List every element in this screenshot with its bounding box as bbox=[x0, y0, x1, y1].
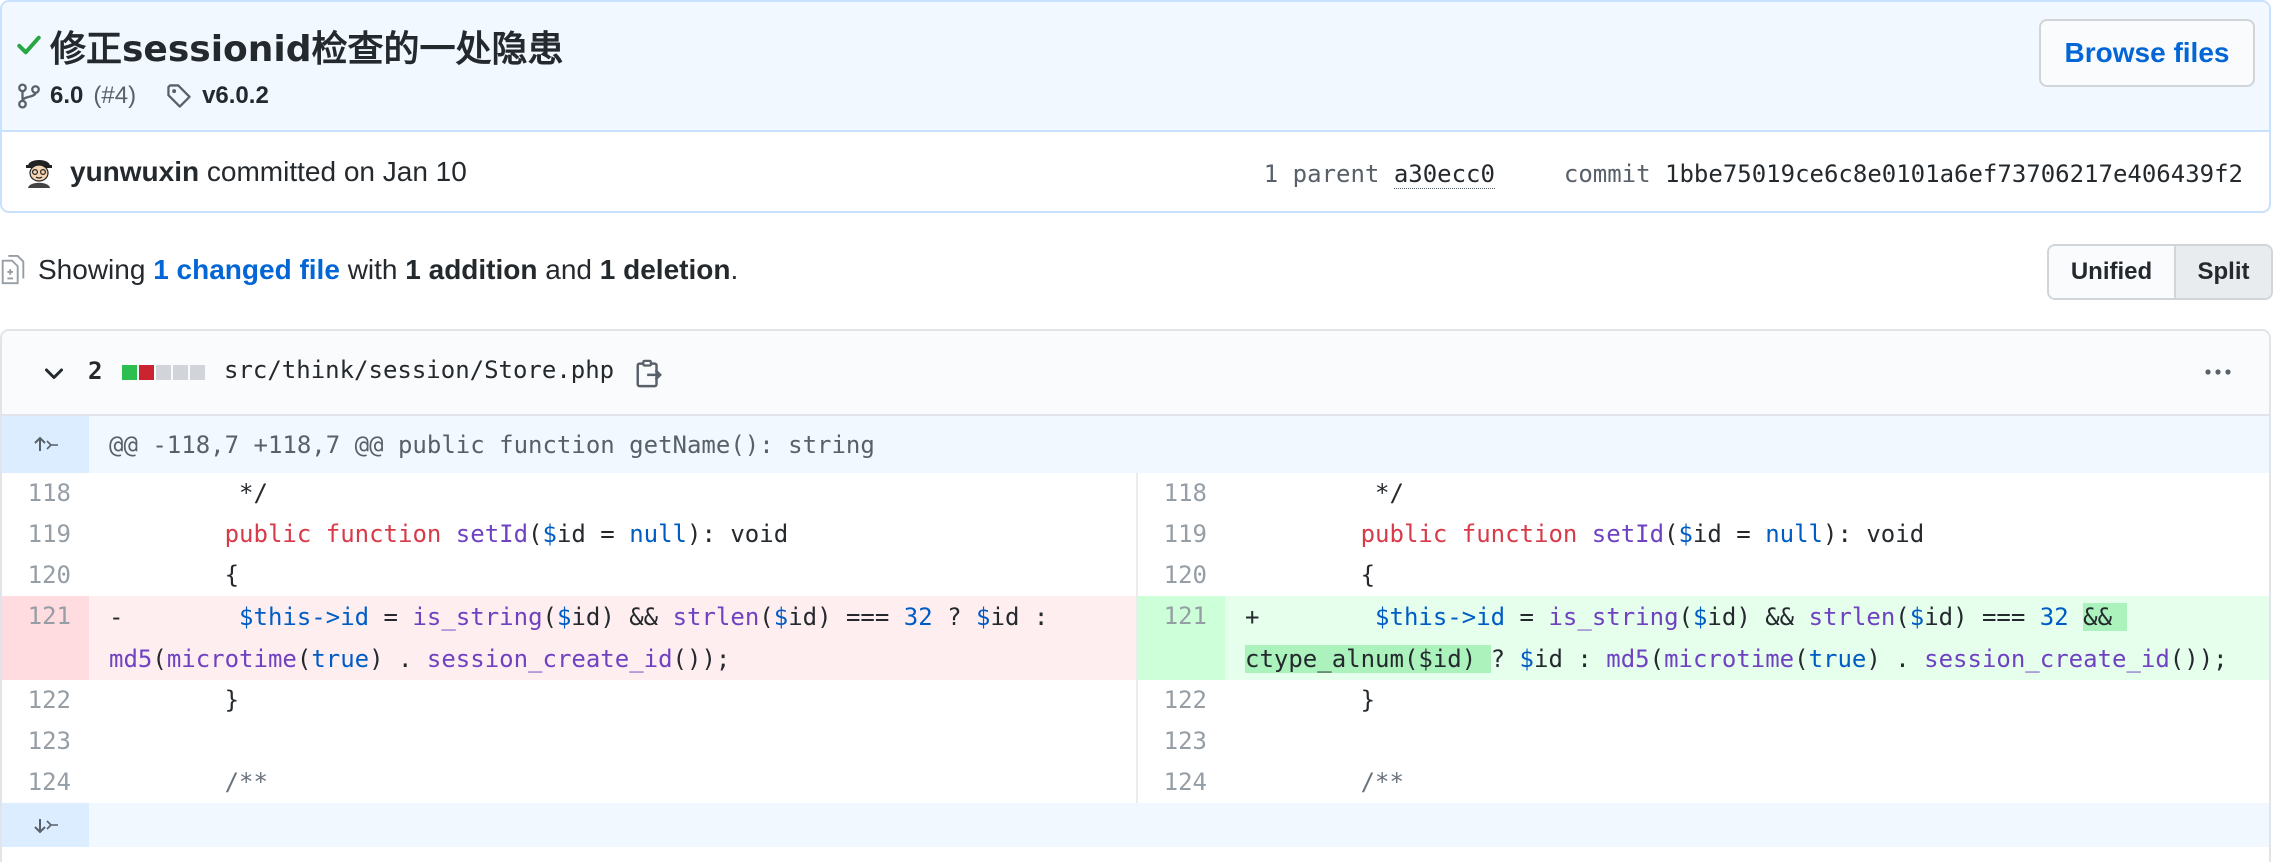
line-number[interactable]: 123 bbox=[1138, 721, 1225, 762]
diff-line: 120 { bbox=[2, 555, 1136, 596]
diff-line-addition: 121 + $this->id = is_string($id) && strl… bbox=[1138, 596, 2269, 680]
code-line: /** bbox=[109, 768, 268, 796]
code-line: /** bbox=[1245, 768, 1404, 796]
code-line: } bbox=[109, 686, 240, 714]
diff-line: 118 */ bbox=[2, 473, 1136, 514]
line-number[interactable]: 121 bbox=[1138, 596, 1225, 680]
diff-line: 119 public function setId($id = null): v… bbox=[1138, 514, 2269, 555]
diffstat-block bbox=[156, 365, 171, 380]
diffstat-block bbox=[139, 365, 154, 380]
chevron-down-icon[interactable] bbox=[42, 361, 66, 385]
browse-files-button[interactable]: Browse files bbox=[2039, 19, 2255, 87]
file-diff-icon bbox=[1, 255, 25, 285]
file-path: src/think/session/Store.php bbox=[224, 356, 615, 384]
committed-date: committed on Jan 10 bbox=[206, 156, 467, 187]
commit-sha-info: 1 parent a30ecc0 commit 1bbe75019ce6c8e0… bbox=[1263, 160, 2243, 189]
line-number[interactable]: 124 bbox=[1138, 762, 1225, 803]
hunk-header-row: @@ -118,7 +118,7 @@ public function getN… bbox=[2, 416, 2269, 473]
branch-link[interactable]: 6.0 bbox=[50, 82, 83, 110]
diff-summary: Showing 1 changed file with 1 addition a… bbox=[0, 250, 738, 290]
more-options-icon[interactable] bbox=[2203, 365, 2233, 379]
author-name-link[interactable]: yunwuxin bbox=[70, 156, 199, 187]
avatar[interactable] bbox=[22, 154, 56, 188]
branch-icon bbox=[18, 83, 40, 109]
line-number[interactable]: 118 bbox=[2, 473, 89, 514]
diff-line: 122 } bbox=[2, 680, 1136, 721]
tag-link[interactable]: v6.0.2 bbox=[202, 82, 269, 110]
code-line: + $this->id = is_string($id) && strlen($… bbox=[1245, 603, 2228, 673]
code-line: - $this->id = is_string($id) && strlen($… bbox=[109, 603, 1049, 673]
diffstat-bar bbox=[122, 365, 205, 380]
line-number[interactable]: 123 bbox=[2, 721, 89, 762]
diff-line: 124 /** bbox=[2, 762, 1136, 803]
code-line: public function setId($id = null): void bbox=[1360, 520, 1925, 548]
file-diff: 2 src/think/session/Store.php @@ -118,7 … bbox=[0, 329, 2271, 862]
diff-line: 120 { bbox=[1138, 555, 2269, 596]
diffstat-block bbox=[122, 365, 137, 380]
clipboard-copy-icon[interactable] bbox=[634, 357, 664, 389]
commit-header: 修正sessionid检查的一处隐患 6.0 (#4) v6.0.2 Brows… bbox=[0, 0, 2271, 213]
code-line: { bbox=[109, 561, 240, 589]
expand-down-icon bbox=[33, 819, 58, 834]
parent-sha-link[interactable]: a30ecc0 bbox=[1393, 160, 1495, 189]
line-number[interactable]: 119 bbox=[1138, 514, 1225, 555]
code-line: public function setId($id = null): void bbox=[224, 520, 789, 548]
line-number[interactable]: 120 bbox=[2, 555, 89, 596]
diff-view-toggle: Unified Split bbox=[2047, 244, 2273, 300]
expand-down-button[interactable] bbox=[2, 803, 89, 847]
deletions-count: 1 deletion bbox=[599, 254, 731, 285]
code-line: { bbox=[1245, 561, 1376, 589]
diff-right-pane: 118 */ 119 public function setId($id = n… bbox=[1136, 473, 2269, 803]
diffstat-block bbox=[190, 365, 205, 380]
summary-showing: Showing bbox=[38, 254, 146, 285]
code-line: */ bbox=[109, 479, 268, 507]
change-count: 2 bbox=[88, 357, 103, 385]
pull-request-link[interactable]: (#4) bbox=[93, 82, 136, 110]
unified-view-button[interactable]: Unified bbox=[2049, 246, 2176, 298]
diff-line: 123 bbox=[2, 721, 1136, 762]
additions-count: 1 addition bbox=[405, 254, 538, 285]
commit-title-area: 修正sessionid检查的一处隐患 6.0 (#4) v6.0.2 Brows… bbox=[2, 2, 2269, 132]
summary-period: . bbox=[730, 254, 739, 285]
diffstat-block bbox=[173, 365, 188, 380]
changed-files-link[interactable]: 1 changed file bbox=[153, 254, 340, 286]
line-number[interactable]: 119 bbox=[2, 514, 89, 555]
check-icon bbox=[17, 35, 41, 55]
diff-line: 124 /** bbox=[1138, 762, 2269, 803]
diff-line: 122 } bbox=[1138, 680, 2269, 721]
diff-line: 119 public function setId($id = null): v… bbox=[2, 514, 1136, 555]
diff-line: 118 */ bbox=[1138, 473, 2269, 514]
split-view-button[interactable]: Split bbox=[2176, 246, 2271, 298]
code-line: } bbox=[1245, 686, 1376, 714]
parent-count: 1 parent bbox=[1263, 160, 1380, 188]
summary-with: with bbox=[347, 254, 398, 285]
line-number[interactable]: 122 bbox=[2, 680, 89, 721]
line-number[interactable]: 118 bbox=[1138, 473, 1225, 514]
line-number[interactable]: 121 bbox=[2, 596, 89, 680]
expand-up-button[interactable] bbox=[2, 416, 89, 473]
line-number[interactable]: 124 bbox=[2, 762, 89, 803]
diff-line-deletion: 121 - $this->id = is_string($id) && strl… bbox=[2, 596, 1136, 680]
hunk-header: @@ -118,7 +118,7 @@ public function getN… bbox=[109, 430, 875, 459]
author-line: yunwuxin committed on Jan 10 bbox=[70, 156, 467, 188]
commit-meta: 6.0 (#4) v6.0.2 bbox=[16, 82, 269, 110]
diff-left-pane: 118 */ 119 public function setId($id = n… bbox=[2, 473, 1136, 803]
commit-sha: 1bbe75019ce6c8e0101a6ef73706217e406439f2 bbox=[1665, 160, 2243, 188]
hunk-footer-row bbox=[2, 803, 2269, 847]
split-diff-table: 118 */ 119 public function setId($id = n… bbox=[2, 473, 2269, 803]
code-line: */ bbox=[1245, 479, 1404, 507]
line-number[interactable]: 120 bbox=[1138, 555, 1225, 596]
commit-label: commit bbox=[1563, 160, 1651, 188]
file-header: 2 src/think/session/Store.php bbox=[2, 331, 2269, 416]
summary-and: and bbox=[545, 254, 592, 285]
line-number[interactable]: 122 bbox=[1138, 680, 1225, 721]
diff-line: 123 bbox=[1138, 721, 2269, 762]
commit-title: 修正sessionid检查的一处隐患 bbox=[50, 29, 564, 70]
expand-up-icon bbox=[33, 436, 58, 451]
commit-author-bar: yunwuxin committed on Jan 10 1 parent a3… bbox=[2, 132, 2269, 211]
tag-icon bbox=[167, 84, 191, 108]
